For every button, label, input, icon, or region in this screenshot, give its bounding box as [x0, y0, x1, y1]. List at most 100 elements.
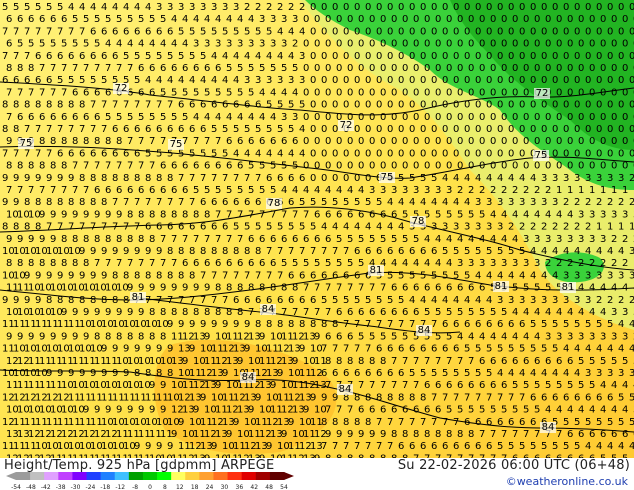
grid-value: 9 — [13, 197, 19, 208]
grid-value: 5 — [314, 258, 320, 269]
grid-value: 0 — [424, 63, 430, 74]
grid-value: 8 — [149, 331, 155, 342]
grid-value: 3 — [508, 295, 514, 306]
grid-value: 0 — [618, 124, 624, 135]
grid-value: 6 — [479, 283, 485, 294]
grid-value: 0 — [369, 87, 375, 98]
grid-value: 7 — [266, 246, 272, 257]
grid-value: 7 — [149, 161, 155, 172]
map-canvas: 5555554444444433333333222222000000000000… — [0, 0, 634, 458]
grid-value: 6 — [35, 75, 41, 86]
grid-value: 4 — [266, 148, 272, 159]
grid-value: 3 — [380, 185, 386, 196]
grid-value: 0 — [567, 87, 573, 98]
grid-value: 9 — [167, 319, 173, 330]
grid-value: 0 — [336, 136, 342, 147]
grid-value: 3 — [486, 222, 492, 233]
grid-value: 5 — [182, 112, 188, 123]
map-datetime: Su 22-02-2026 06:00 UTC (06+48) — [397, 458, 630, 473]
grid-value: 4 — [501, 331, 507, 342]
grid-value: 8 — [17, 161, 23, 172]
grid-value: 6 — [336, 209, 342, 220]
grid-value: 8 — [321, 417, 327, 428]
grid-value: 7 — [215, 209, 221, 220]
grid-value: 2 — [585, 197, 591, 208]
grid-value: 3 — [600, 234, 606, 245]
grid-value: 2 — [629, 173, 634, 184]
credit-link[interactable]: ©weatheronline.co.uk — [506, 475, 628, 488]
grid-value: 0 — [376, 100, 382, 111]
grid-value: 0 — [314, 87, 320, 98]
grid-value: 0 — [622, 14, 628, 25]
grid-value: 4 — [453, 173, 459, 184]
grid-value: 2 — [457, 185, 463, 196]
grid-value: 4 — [255, 51, 261, 62]
grid-value: 5 — [508, 441, 514, 452]
grid-value: 6 — [442, 319, 448, 330]
grid-value: 7 — [369, 380, 375, 391]
colorbar-swatch — [128, 472, 144, 480]
grid-value: 4 — [376, 222, 382, 233]
grid-value: 7 — [277, 246, 283, 257]
grid-value: 7 — [233, 173, 239, 184]
grid-value: 0 — [552, 26, 558, 37]
grid-value: 6 — [497, 417, 503, 428]
grid-value: 0 — [431, 124, 437, 135]
grid-value: 8 — [215, 307, 221, 318]
grid-value: 8 — [46, 295, 52, 306]
grid-value: 6 — [585, 392, 591, 403]
grid-value: 0 — [380, 161, 386, 172]
grid-value: 5 — [233, 124, 239, 135]
grid-value: 4 — [497, 270, 503, 281]
grid-value: 6 — [13, 75, 19, 86]
grid-value: 7 — [61, 185, 67, 196]
grid-value: 4 — [552, 246, 558, 257]
colorbar-tick-label: 0 — [148, 484, 152, 490]
grid-value: 4 — [468, 234, 474, 245]
grid-value: 8 — [123, 270, 129, 281]
grid-value: 6 — [530, 417, 536, 428]
grid-value: 0 — [552, 100, 558, 111]
grid-value: 5 — [270, 63, 276, 74]
grid-value: 8 — [116, 136, 122, 147]
grid-value: 3 — [629, 246, 634, 257]
grid-value: 0 — [600, 39, 606, 50]
grid-value: 7 — [6, 112, 12, 123]
grid-value: 8 — [332, 319, 338, 330]
grid-value: 5 — [259, 161, 265, 172]
grid-value: 8 — [68, 197, 74, 208]
grid-value: 5 — [512, 405, 518, 416]
grid-value: 0 — [523, 112, 529, 123]
grid-value: 0 — [446, 39, 452, 50]
grid-value: 4 — [204, 14, 210, 25]
grid-value: 0 — [479, 63, 485, 74]
grid-value: 3 — [215, 39, 221, 50]
grid-value: 5 — [105, 112, 111, 123]
grid-value: 3 — [435, 185, 441, 196]
grid-value: 0 — [479, 87, 485, 98]
grid-value: 4 — [523, 209, 529, 220]
grid-value: 8 — [57, 295, 63, 306]
grid-value: 6 — [226, 161, 232, 172]
grid-value: 0 — [310, 75, 316, 86]
grid-value: 0 — [358, 87, 364, 98]
grid-value: 7 — [13, 148, 19, 159]
grid-value: 1 — [629, 222, 634, 233]
grid-value: 8 — [105, 136, 111, 147]
grid-value: 4 — [413, 258, 419, 269]
grid-value: 0 — [343, 148, 349, 159]
grid-value: 4 — [222, 51, 228, 62]
grid-value: 3 — [523, 234, 529, 245]
grid-value: 4 — [211, 75, 217, 86]
grid-value: 8 — [127, 234, 133, 245]
grid-value: 6 — [391, 307, 397, 318]
grid-value: 8 — [354, 392, 360, 403]
grid-value: 5 — [255, 26, 261, 37]
grid-value: 0 — [508, 2, 514, 13]
grid-value: 4 — [497, 173, 503, 184]
grid-value: 6 — [354, 368, 360, 379]
grid-value: 5 — [189, 148, 195, 159]
grid-value: 0 — [398, 100, 404, 111]
grid-value: 0 — [431, 148, 437, 159]
grid-value: 5 — [413, 234, 419, 245]
